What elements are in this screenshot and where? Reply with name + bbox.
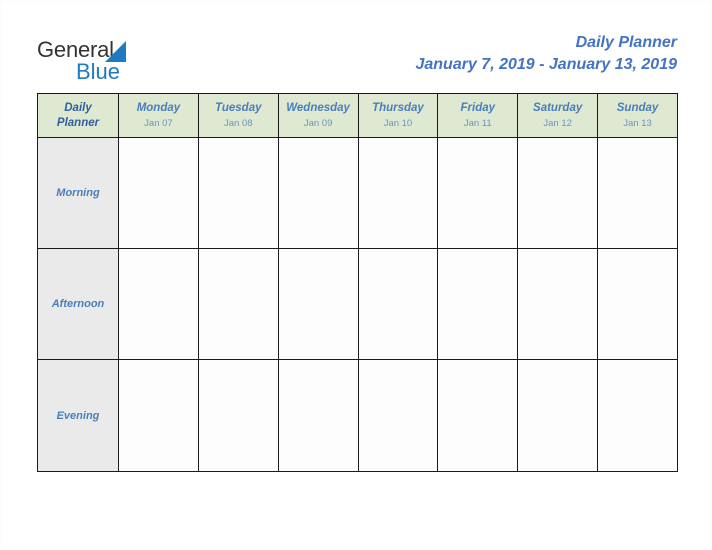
header-cell-wednesday: Wednesday Jan 09 — [277, 93, 359, 138]
day-date-friday: Jan 11 — [463, 118, 492, 129]
slot-morning-sunday[interactable] — [597, 137, 678, 249]
page-title: Daily Planner — [575, 34, 677, 51]
table-row-morning: Morning — [37, 137, 678, 249]
day-name-saturday: Saturday — [533, 102, 583, 114]
row-label-morning: Morning — [37, 137, 119, 249]
slot-morning-tuesday[interactable] — [197, 137, 279, 249]
day-date-wednesday: Jan 09 — [303, 118, 333, 129]
header-cell-thursday: Thursday Jan 10 — [357, 93, 439, 138]
slot-morning-saturday[interactable] — [517, 137, 599, 249]
slot-afternoon-saturday[interactable] — [517, 248, 599, 360]
row-label-afternoon: Afternoon — [37, 248, 119, 360]
planner-page: General Blue Daily Planner January 7, 20… — [0, 0, 712, 550]
daily-planner-table: Daily Planner Monday Jan 07 Tuesday Jan … — [37, 93, 678, 472]
day-name-sunday: Sunday — [616, 102, 659, 114]
slot-evening-saturday[interactable] — [517, 359, 599, 472]
table-body: Morning Afternoon Evening — [37, 137, 678, 472]
corner-label-line1: Daily — [64, 101, 92, 114]
slot-evening-tuesday[interactable] — [197, 359, 279, 472]
slot-morning-thursday[interactable] — [357, 137, 439, 249]
header-cell-sunday: Sunday Jan 13 — [597, 93, 678, 138]
header-row: Daily Planner Monday Jan 07 Tuesday Jan … — [37, 93, 678, 138]
slot-evening-sunday[interactable] — [597, 359, 678, 472]
day-name-wednesday: Wednesday — [286, 102, 350, 114]
day-name-tuesday: Tuesday — [215, 102, 262, 114]
slot-evening-monday[interactable] — [118, 359, 199, 472]
slot-evening-thursday[interactable] — [357, 359, 439, 472]
title-block: Daily Planner January 7, 2019 - January … — [415, 32, 677, 76]
day-date-sunday: Jan 13 — [623, 118, 652, 129]
slot-afternoon-tuesday[interactable] — [197, 248, 279, 360]
day-name-friday: Friday — [460, 102, 496, 114]
slot-evening-wednesday[interactable] — [277, 359, 359, 472]
row-label-evening: Evening — [37, 359, 119, 472]
day-date-tuesday: Jan 08 — [224, 118, 253, 129]
slot-afternoon-friday[interactable] — [437, 248, 519, 360]
header-corner-cell: Daily Planner — [37, 93, 119, 138]
day-name-monday: Monday — [136, 102, 181, 114]
date-range: January 7, 2019 - January 13, 2019 — [415, 56, 677, 73]
header-cell-friday: Friday Jan 11 — [437, 93, 519, 138]
header-cell-tuesday: Tuesday Jan 08 — [197, 93, 279, 138]
day-date-thursday: Jan 10 — [383, 118, 413, 129]
slot-morning-wednesday[interactable] — [277, 137, 359, 249]
logo-text-blue: Blue — [76, 59, 121, 84]
day-date-saturday: Jan 12 — [543, 118, 572, 129]
slot-afternoon-thursday[interactable] — [357, 248, 439, 360]
table-row-evening: Evening — [37, 359, 678, 472]
slot-morning-monday[interactable] — [118, 137, 199, 249]
slot-evening-friday[interactable] — [437, 359, 519, 472]
header-cell-saturday: Saturday Jan 12 — [517, 93, 599, 138]
day-date-monday: Jan 07 — [144, 118, 173, 129]
slot-afternoon-monday[interactable] — [118, 248, 199, 360]
general-blue-logo: General Blue — [37, 37, 217, 85]
page-header: General Blue Daily Planner January 7, 20… — [1, 1, 712, 93]
slot-afternoon-sunday[interactable] — [597, 248, 678, 360]
day-name-thursday: Thursday — [372, 102, 424, 114]
table-header: Daily Planner Monday Jan 07 Tuesday Jan … — [37, 93, 678, 138]
table-row-afternoon: Afternoon — [37, 248, 678, 360]
header-cell-monday: Monday Jan 07 — [118, 93, 199, 138]
slot-afternoon-wednesday[interactable] — [277, 248, 359, 360]
slot-morning-friday[interactable] — [437, 137, 519, 249]
corner-label-line2: Planner — [56, 116, 100, 129]
